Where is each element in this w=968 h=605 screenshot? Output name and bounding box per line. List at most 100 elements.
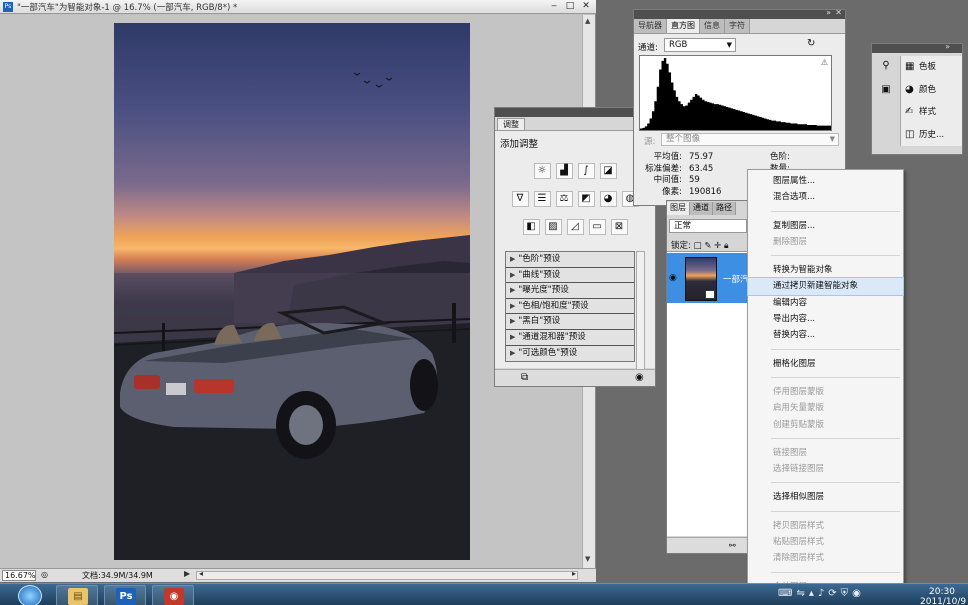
black-white-icon[interactable]: ◩ bbox=[577, 191, 595, 207]
panel-grip[interactable]: » bbox=[872, 42, 962, 53]
tab-channels[interactable]: 通道 bbox=[690, 202, 713, 215]
status-arrow-icon[interactable]: ▶ bbox=[184, 569, 190, 578]
layers-panel[interactable]: 图层 通道 路径 正常 锁定: □ ✎ ✛ 🔒︎ ◉ 一部汽车 ⚯ bbox=[666, 200, 748, 554]
link-layers-icon[interactable]: ⚯ bbox=[729, 541, 736, 550]
swatches-panel-group[interactable]: » ⚲ ▣ ▦ 色板 ◕ 颜色 ✍ 样式 ◫ 历史... bbox=[871, 42, 963, 155]
panel-options-icon[interactable]: ◉ bbox=[635, 372, 644, 383]
tray-network-icon[interactable]: ⇋ bbox=[796, 588, 808, 599]
photo-filter-icon[interactable]: ◕ bbox=[599, 191, 617, 207]
posterize-icon[interactable]: ▨ bbox=[544, 219, 562, 235]
status-menu-icon[interactable]: ◎ bbox=[41, 570, 48, 579]
tray-volume-icon[interactable]: ♪ bbox=[818, 588, 828, 599]
menu-item[interactable]: 编辑内容 bbox=[748, 295, 903, 311]
expand-icon[interactable]: ▶ bbox=[510, 349, 515, 357]
gradient-map-icon[interactable]: ▭ bbox=[588, 219, 606, 235]
menu-item[interactable]: 通过拷贝新建智能对象 bbox=[747, 277, 904, 296]
tab-paths[interactable]: 路径 bbox=[713, 202, 736, 215]
taskbar-photoshop[interactable]: Ps bbox=[104, 585, 146, 605]
menu-item[interactable]: 混合选项... bbox=[748, 189, 903, 205]
preset-item[interactable]: ▶ "曝光度"预设 bbox=[506, 283, 634, 299]
tab-layers[interactable]: 图层 bbox=[667, 202, 690, 215]
hue-saturation-icon[interactable]: ☰ bbox=[533, 191, 551, 207]
tray-keyboard-icon[interactable]: ⌨ bbox=[778, 588, 796, 599]
return-to-list-icon[interactable]: ⧉ bbox=[521, 372, 528, 383]
menu-item[interactable]: 复制图层... bbox=[748, 218, 903, 234]
menu-item[interactable]: 图层属性... bbox=[748, 173, 903, 189]
channel-select[interactable]: RGB ▼ bbox=[664, 38, 736, 52]
panel-shortcut-swatches[interactable]: ▦ 色板 bbox=[901, 56, 962, 79]
tray-qq-icon[interactable]: ◉ bbox=[852, 588, 865, 599]
taskbar-qq[interactable]: ◉ bbox=[152, 585, 194, 605]
source-select[interactable]: 整个图像 ▼ bbox=[661, 133, 839, 146]
zoom-field[interactable]: 16.67% bbox=[2, 570, 36, 581]
tray-update-icon[interactable]: ⟳ bbox=[828, 588, 840, 599]
preset-scrollbar[interactable] bbox=[636, 251, 645, 375]
scroll-down-icon[interactable]: ▼ bbox=[585, 555, 590, 563]
brightness-icon[interactable]: ☼ bbox=[533, 163, 551, 179]
preset-item[interactable]: ▶ "可选颜色"预设 bbox=[506, 345, 634, 362]
blend-mode-select[interactable]: 正常 bbox=[669, 219, 747, 233]
expand-icon[interactable]: ▶ bbox=[510, 302, 515, 310]
menu-item[interactable]: 转换为智能对象 bbox=[748, 262, 903, 278]
horizontal-scrollbar[interactable] bbox=[196, 571, 578, 580]
panel-shortcut-styles[interactable]: ✍ 样式 bbox=[901, 101, 962, 124]
expand-icon[interactable]: ▶ bbox=[510, 271, 515, 279]
maximize-icon[interactable]: □ bbox=[563, 0, 577, 13]
panel-grip[interactable] bbox=[495, 108, 655, 117]
document-titlebar[interactable]: Ps "一部汽车"为智能对象-1 @ 16.7% (一部汽车, RGB/8*) … bbox=[0, 0, 596, 14]
menu-item[interactable]: 栅格化图层 bbox=[748, 356, 903, 372]
lock-position-icon[interactable]: ✛ bbox=[714, 241, 721, 251]
adjust-tool-icon[interactable]: ⚲ bbox=[876, 57, 896, 75]
tab-character[interactable]: 字符 bbox=[725, 19, 750, 33]
close-icon[interactable]: ✕ bbox=[579, 0, 593, 13]
clock[interactable]: 20:30 2011/10/9 bbox=[920, 587, 966, 605]
expand-icon[interactable]: ▶ bbox=[510, 286, 515, 294]
expand-icon[interactable]: ▶ bbox=[510, 333, 515, 341]
layer-name[interactable]: 一部汽车 bbox=[723, 273, 747, 285]
tab-adjustments[interactable]: 调整 bbox=[497, 118, 525, 130]
vibrance-icon[interactable]: ∇ bbox=[511, 191, 529, 207]
eye-icon[interactable]: ◉ bbox=[669, 273, 677, 283]
scroll-up-icon[interactable]: ▲ bbox=[585, 17, 590, 25]
preset-item[interactable]: ▶ "通道混和器"预设 bbox=[506, 329, 634, 346]
taskbar-explorer[interactable]: ▤ bbox=[56, 585, 98, 605]
preset-item[interactable]: ▶ "色相/饱和度"预设 bbox=[506, 298, 634, 315]
menu-item[interactable]: 选择相似图层 bbox=[748, 489, 903, 505]
panel-shortcut-color[interactable]: ◕ 颜色 bbox=[901, 79, 962, 102]
exposure-icon[interactable]: ◪ bbox=[599, 163, 617, 179]
color-balance-icon[interactable]: ⚖ bbox=[555, 191, 573, 207]
tab-navigator[interactable]: 导航器 bbox=[634, 19, 667, 33]
preset-item[interactable]: ▶ "曲线"预设 bbox=[506, 267, 634, 284]
refresh-icon[interactable]: ↻ bbox=[807, 38, 815, 49]
tray-up-icon[interactable]: ▴ bbox=[809, 588, 818, 599]
tab-info[interactable]: 信息 bbox=[700, 19, 725, 33]
scroll-left-icon[interactable]: ◂ bbox=[199, 569, 203, 578]
selective-color-icon[interactable]: ⊠ bbox=[610, 219, 628, 235]
lock-all-icon[interactable]: 🔒︎ bbox=[724, 241, 729, 251]
panel-shortcut-history[interactable]: ◫ 历史... bbox=[901, 124, 962, 147]
panel-grip[interactable]: » ✕ bbox=[634, 8, 845, 19]
lock-transparency-icon[interactable]: □ bbox=[694, 241, 702, 251]
tab-histogram[interactable]: 直方图 bbox=[667, 19, 700, 33]
mask-tool-icon[interactable]: ▣ bbox=[876, 81, 896, 99]
expand-icon[interactable]: ▶ bbox=[510, 317, 515, 325]
preset-item[interactable]: ▶ "色阶"预设 bbox=[506, 252, 634, 268]
menu-item[interactable]: 导出内容... bbox=[748, 311, 903, 327]
system-tray[interactable]: ⌨⇋▴♪⟳⛨◉ bbox=[778, 588, 865, 599]
curves-icon[interactable]: ∫ bbox=[577, 163, 595, 179]
start-button[interactable] bbox=[18, 585, 42, 605]
threshold-icon[interactable]: ◿ bbox=[566, 219, 584, 235]
invert-icon[interactable]: ◧ bbox=[522, 219, 540, 235]
preset-item[interactable]: ▶ "黑白"预设 bbox=[506, 314, 634, 330]
expand-icon[interactable]: ▶ bbox=[510, 255, 515, 263]
scroll-right-icon[interactable]: ▸ bbox=[572, 569, 576, 578]
lock-pixels-icon[interactable]: ✎ bbox=[704, 241, 711, 251]
tray-shield-icon[interactable]: ⛨ bbox=[841, 588, 853, 599]
layer-row[interactable]: ◉ 一部汽车 bbox=[667, 253, 747, 303]
minimize-icon[interactable]: ‒ bbox=[547, 0, 561, 13]
collapse-icon[interactable]: » bbox=[826, 8, 831, 17]
levels-icon[interactable]: ▟ bbox=[555, 163, 573, 179]
warning-icon[interactable]: ⚠ bbox=[821, 58, 828, 67]
menu-item[interactable]: 替换内容... bbox=[748, 327, 903, 343]
adjustments-panel[interactable]: 调整 添加调整 ☼ ▟ ∫ ◪ ∇ ☰ ⚖ ◩ ◕ ◍ ◧ ▨ ◿ ▭ ⊠ ▶ "… bbox=[494, 107, 656, 387]
